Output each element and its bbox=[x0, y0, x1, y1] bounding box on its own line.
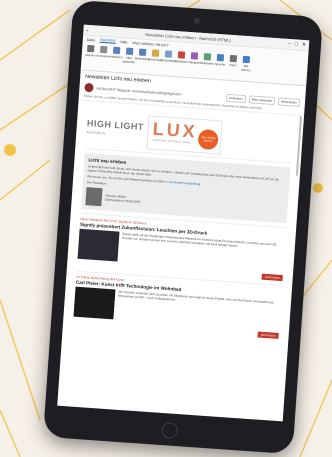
reply-icon bbox=[112, 46, 121, 55]
quicksteps-icon bbox=[151, 49, 160, 57]
reply-all-button[interactable]: Allen antworten bbox=[248, 94, 276, 105]
maximize-icon[interactable]: □ bbox=[295, 41, 298, 47]
ribbon-label: Sprache bbox=[214, 61, 226, 67]
sender-avatar bbox=[84, 82, 94, 93]
home-button[interactable] bbox=[161, 422, 179, 440]
article: Neuer Standard fürs Licht: Signify im 3D… bbox=[76, 212, 287, 282]
ribbon-label: Bearbeiten bbox=[200, 60, 214, 66]
camera-icon bbox=[193, 17, 201, 25]
article-image[interactable] bbox=[77, 228, 120, 262]
tablet-device: ▪ Newsletter Licht neu erleben - Nachric… bbox=[43, 0, 323, 455]
edit-icon bbox=[203, 53, 212, 61]
tag-icon bbox=[190, 52, 199, 60]
ribbon-label: Kategorie bbox=[187, 59, 201, 65]
ribbon-label: Löschen bbox=[84, 52, 96, 58]
ribbon-button-flag[interactable]: Markieren bbox=[175, 51, 187, 64]
read-more-button[interactable]: mehr lesen bbox=[261, 273, 283, 282]
ribbon-button-reply[interactable]: Antworten bbox=[109, 46, 123, 60]
glow-dot bbox=[4, 144, 16, 156]
archive-icon bbox=[99, 45, 108, 54]
editor-photo bbox=[85, 187, 103, 207]
language-icon bbox=[216, 53, 225, 62]
close-icon[interactable]: ✕ bbox=[302, 42, 307, 48]
read-more-button[interactable]: mehr lesen bbox=[257, 331, 279, 339]
ribbon-button-edit[interactable]: Bearbeiten bbox=[200, 53, 214, 66]
menu-help[interactable]: Hilfe bbox=[120, 40, 127, 44]
ribbon-label: Markieren bbox=[174, 59, 188, 64]
scrollbar[interactable] bbox=[295, 115, 303, 176]
greeting-box: Licht neu erleben Unsere Branche lebt da… bbox=[81, 152, 291, 224]
ribbon-label: Archivieren bbox=[96, 53, 111, 59]
ribbon-button-tag[interactable]: Kategorie bbox=[188, 52, 200, 65]
forward-button[interactable]: Weiterleiten bbox=[277, 96, 301, 107]
reply-button[interactable]: Antworten bbox=[225, 93, 246, 103]
ribbon-label: Antworten bbox=[109, 54, 123, 60]
greeting-link[interactable]: LUX-Sonder-Ausstellung bbox=[167, 180, 200, 186]
menu-message[interactable]: Nachricht bbox=[100, 37, 116, 44]
ribbon-label: Verschieben bbox=[160, 58, 176, 64]
ribbon-label: Allen antworten bbox=[122, 55, 136, 65]
addins-icon bbox=[242, 55, 251, 64]
move-icon bbox=[164, 50, 173, 58]
ribbon-button-reply-all[interactable]: Allen antworten bbox=[123, 47, 135, 64]
highlight-logo: HIGH LIGHT AUSGABE 03 bbox=[86, 118, 145, 136]
forward-icon bbox=[138, 48, 147, 56]
ribbon-button-archive[interactable]: Archivieren bbox=[96, 45, 111, 59]
ribbon-button-trash[interactable]: Löschen bbox=[84, 44, 97, 58]
tablet-screen: ▪ Newsletter Licht neu erleben - Nachric… bbox=[57, 24, 310, 422]
mail-body: HIGH LIGHT AUSGABE 03 LUX Lichttechnik •… bbox=[63, 100, 304, 339]
article-image[interactable] bbox=[73, 286, 116, 320]
glow-dot bbox=[313, 183, 323, 193]
flag-icon bbox=[177, 51, 186, 59]
article: Im Fokus: Beleuchtung und Kunst Carl Ple… bbox=[72, 270, 283, 339]
reply-all-icon bbox=[125, 47, 134, 56]
ribbon-label: Zoom bbox=[229, 62, 237, 68]
menu-file[interactable]: Datei bbox=[87, 37, 96, 42]
trash-icon bbox=[86, 44, 95, 53]
minimize-icon[interactable]: – bbox=[288, 41, 291, 47]
ribbon-button-language[interactable]: Sprache bbox=[214, 53, 226, 67]
save-icon[interactable]: ▪ bbox=[86, 27, 88, 32]
zoom-icon bbox=[229, 54, 238, 63]
ribbon-button-move[interactable]: Verschieben bbox=[160, 50, 176, 64]
ribbon-button-addins[interactable]: Alle Add-Ins bbox=[240, 55, 252, 73]
ribbon-button-zoom[interactable]: Zoom bbox=[227, 54, 239, 68]
lux-logo[interactable]: LUX Lichttechnik • Architektur • Design … bbox=[146, 115, 223, 155]
ribbon-label: Alle Add-Ins bbox=[240, 63, 251, 73]
ticket-badge[interactable]: Jetzt Tickets sichern! bbox=[197, 128, 219, 151]
ribbon-button-forward[interactable]: Weiterleiten bbox=[135, 48, 150, 61]
